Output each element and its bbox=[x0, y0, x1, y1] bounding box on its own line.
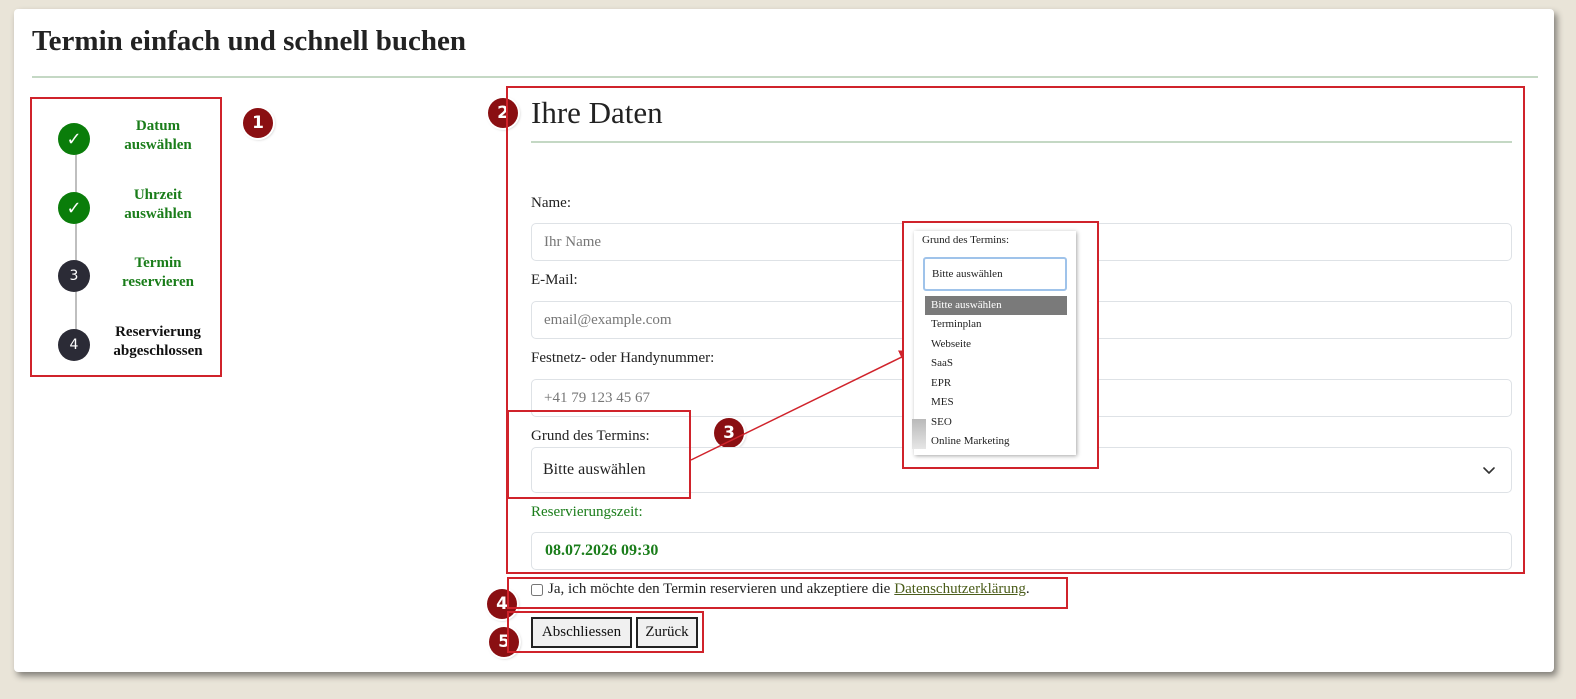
title-divider bbox=[32, 76, 1538, 78]
email-label: E-Mail: bbox=[531, 272, 578, 288]
dropdown-preview-select: Bitte auswählen bbox=[923, 257, 1067, 291]
dropdown-preview-label: Grund des Termins: bbox=[922, 234, 1010, 246]
dropdown-preview-shadow bbox=[912, 419, 926, 449]
dropdown-option[interactable]: Terminplan bbox=[925, 315, 1067, 334]
section-divider bbox=[531, 141, 1512, 143]
page-title: Termin einfach und schnell buchen bbox=[32, 25, 467, 57]
step-number: 4 bbox=[58, 329, 90, 361]
consent-checkbox[interactable] bbox=[531, 583, 543, 596]
step-label: Termin reservieren bbox=[122, 255, 194, 290]
reservation-time-value: 08.07.2026 09:30 bbox=[545, 542, 659, 559]
name-label: Name: bbox=[531, 195, 571, 211]
step-complete: 4 Reservierung abgeschlossen bbox=[58, 323, 218, 367]
dropdown-option[interactable]: SaaS bbox=[925, 354, 1067, 373]
chevron-down-icon bbox=[1483, 467, 1495, 474]
finish-button[interactable]: Abschliessen bbox=[531, 617, 632, 648]
section-title: Ihre Daten bbox=[531, 95, 663, 130]
step-label: Datum auswählen bbox=[124, 118, 192, 153]
reservation-label: Reservierungszeit: bbox=[531, 504, 643, 520]
dropdown-option[interactable]: MES bbox=[925, 393, 1067, 412]
consent-row: Ja, ich möchte den Termin reservieren un… bbox=[531, 581, 1030, 598]
dropdown-option[interactable]: Webseite bbox=[925, 335, 1067, 354]
privacy-policy-link[interactable]: Datenschutzerklärung bbox=[894, 581, 1026, 598]
dropdown-option[interactable]: Bitte auswählen bbox=[925, 296, 1067, 315]
dropdown-option[interactable]: SEO bbox=[925, 413, 1067, 432]
reason-highlight-box bbox=[507, 410, 691, 499]
consent-text: Ja, ich möchte den Termin reservieren un… bbox=[548, 581, 891, 597]
check-icon: ✓ bbox=[58, 192, 90, 224]
check-icon: ✓ bbox=[58, 123, 90, 155]
dropdown-option[interactable]: EPR bbox=[925, 374, 1067, 393]
phone-label: Festnetz- oder Handynummer: bbox=[531, 350, 715, 366]
step-reserve: 3 Termin reservieren bbox=[58, 254, 218, 298]
annotation-badge-1: 1 bbox=[243, 108, 273, 138]
step-label: Uhrzeit auswählen bbox=[124, 187, 192, 222]
dropdown-option[interactable]: Online Marketing bbox=[925, 432, 1067, 451]
reservation-time-field: 08.07.2026 09:30 bbox=[531, 532, 1512, 570]
dropdown-preview-callout: Grund des Termins: Bitte auswählen Bitte… bbox=[902, 221, 1099, 469]
step-date: ✓ Datum auswählen bbox=[58, 117, 218, 161]
stepper-connector bbox=[75, 143, 77, 343]
step-number: 3 bbox=[58, 260, 90, 292]
step-time: ✓ Uhrzeit auswählen bbox=[58, 186, 218, 230]
consent-suffix: . bbox=[1025, 581, 1030, 597]
step-label: Reservierung abgeschlossen bbox=[113, 324, 203, 359]
back-button[interactable]: Zurück bbox=[636, 617, 698, 648]
progress-stepper: ✓ Datum auswählen ✓ Uhrzeit auswählen 3 Te… bbox=[30, 97, 222, 377]
